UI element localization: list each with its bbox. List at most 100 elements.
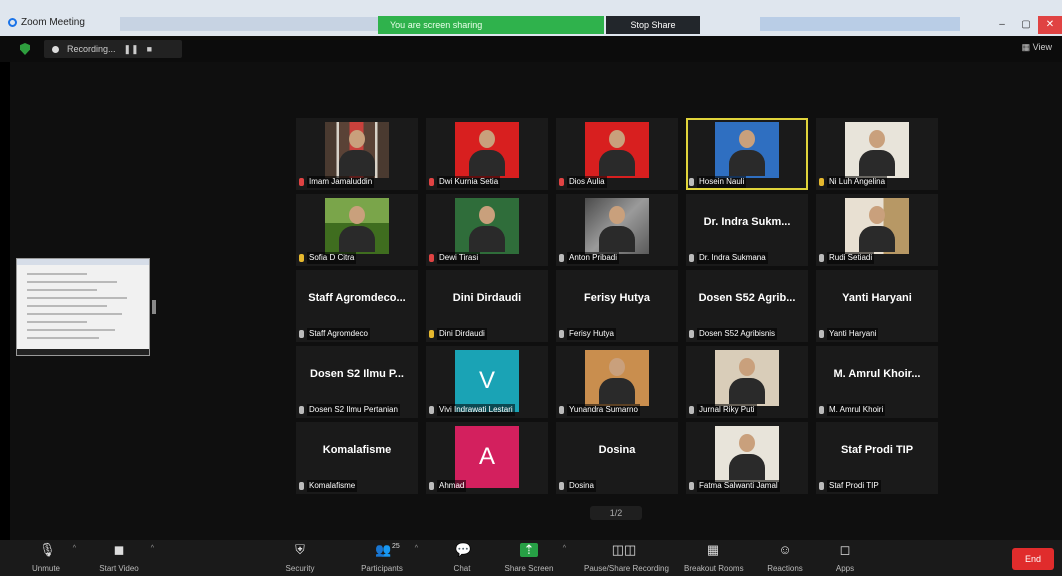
participant-name: Ni Luh Angelina xyxy=(827,176,888,188)
participant-tile[interactable]: Jurnal Riky Puti xyxy=(686,346,808,418)
chevron-up-icon[interactable]: ^ xyxy=(563,545,566,552)
participant-tile[interactable]: Dini Dirdaudi Dini Dirdaudi xyxy=(426,270,548,342)
participant-tile[interactable]: Dosina Dosina xyxy=(556,422,678,494)
participant-tile[interactable]: Yunandra Sumarno xyxy=(556,346,678,418)
stop-icon[interactable]: ■ xyxy=(147,44,152,54)
person-head xyxy=(479,206,495,224)
chat-button[interactable]: 💬 Chat xyxy=(446,543,478,575)
participants-count: 25 xyxy=(392,543,400,550)
view-button[interactable]: ▦ View xyxy=(1022,42,1052,53)
breakout-rooms-button[interactable]: ▦ Breakout Rooms xyxy=(684,542,744,575)
pause-share-button[interactable]: ◫◫ Pause/Share Recording xyxy=(584,542,669,575)
participant-video xyxy=(455,198,519,254)
participant-tile[interactable]: Komalafisme Komalafisme xyxy=(296,422,418,494)
participant-display-name: Ferisy Hutya xyxy=(583,292,651,304)
participants-icon: 👥 xyxy=(375,542,392,557)
participants-button[interactable]: 👥 Participants 25 ^ xyxy=(354,542,418,575)
mic-icon xyxy=(819,254,824,262)
participant-name-label: Ahmad xyxy=(429,480,545,492)
participant-name: Dwi Kurnia Setia xyxy=(437,176,501,188)
unmute-button[interactable]: 🎙 Unmute ^ xyxy=(24,543,76,575)
participant-tile[interactable]: Sofia D Citra xyxy=(296,194,418,266)
thumbnail-line xyxy=(27,329,115,331)
person-head xyxy=(739,130,755,148)
mic-muted-icon xyxy=(429,254,434,262)
close-icon[interactable]: ✕ xyxy=(1038,16,1062,34)
participant-tile[interactable]: Staff Agromdeco... Staff Agromdeco xyxy=(296,270,418,342)
participant-tile[interactable]: Rudi Setiadi xyxy=(816,194,938,266)
participant-name: Dosina xyxy=(567,480,596,492)
participant-tile[interactable]: Dr. Indra Sukm... Dr. Indra Sukmana xyxy=(686,194,808,266)
apps-button[interactable]: ◻ Apps xyxy=(830,543,860,575)
participant-video xyxy=(585,350,649,406)
participant-name-label: Dewi Tirasi xyxy=(429,252,545,264)
breakout-rooms-icon: ▦ xyxy=(706,542,720,557)
participant-name-label: Yanti Haryani xyxy=(819,328,935,340)
mic-icon xyxy=(689,330,694,338)
person-body xyxy=(729,378,765,404)
minimize-icon[interactable]: – xyxy=(990,16,1014,34)
person-head xyxy=(609,206,625,224)
end-meeting-button[interactable]: End xyxy=(1012,548,1054,570)
participant-name: Imam Jamaluddin xyxy=(307,176,375,188)
recording-indicator[interactable]: Recording... ❚❚ ■ xyxy=(44,40,182,58)
participant-tile[interactable]: A Ahmad xyxy=(426,422,548,494)
participant-tile[interactable]: Anton Pribadi xyxy=(556,194,678,266)
participant-name-label: M. Amrul Khoiri xyxy=(819,404,935,416)
participant-name: Dr. Indra Sukmana xyxy=(697,252,768,264)
mic-icon xyxy=(559,330,564,338)
chevron-up-icon[interactable]: ^ xyxy=(73,545,76,552)
stop-share-button[interactable]: Stop Share xyxy=(606,16,700,34)
thumbnail-resize-handle[interactable] xyxy=(152,300,156,314)
mic-icon xyxy=(299,406,304,414)
participant-tile[interactable]: Staf Prodi TIP Staf Prodi TIP xyxy=(816,422,938,494)
pause-icon[interactable]: ❚❚ xyxy=(124,44,139,55)
share-screen-button[interactable]: ⇡ Share Screen ^ xyxy=(500,543,566,575)
participant-name: Sofia D Citra xyxy=(307,252,357,264)
mic-muted-icon xyxy=(429,178,434,186)
participant-tile[interactable]: Dosen S2 Ilmu P... Dosen S2 Ilmu Pertania… xyxy=(296,346,418,418)
page-indicator[interactable]: 1/2 xyxy=(590,506,642,520)
shared-screen-thumbnail[interactable] xyxy=(16,258,150,356)
maximize-icon[interactable]: ▢ xyxy=(1014,16,1038,34)
shield-icon[interactable] xyxy=(20,43,30,55)
thumbnail-line xyxy=(27,337,99,339)
chevron-up-icon[interactable]: ^ xyxy=(415,545,418,552)
window-title-bar: Zoom Meeting You are screen sharing Stop… xyxy=(0,0,1062,36)
participant-tile[interactable]: Ferisy Hutya Ferisy Hutya xyxy=(556,270,678,342)
participant-name-label: Dini Dirdaudi xyxy=(429,328,545,340)
participant-tile[interactable]: Dwi Kurnia Setia xyxy=(426,118,548,190)
mic-icon xyxy=(559,482,564,490)
participant-tile[interactable]: V Vivi Indrawati Lestari xyxy=(426,346,548,418)
participant-name: Dini Dirdaudi xyxy=(437,328,487,340)
breakout-rooms-label: Breakout Rooms xyxy=(684,564,744,573)
participant-tile[interactable]: Ni Luh Angelina xyxy=(816,118,938,190)
participant-tile[interactable]: Yanti Haryani Yanti Haryani xyxy=(816,270,938,342)
participant-video xyxy=(845,198,909,254)
participant-tile[interactable]: M. Amrul Khoir... M. Amrul Khoiri xyxy=(816,346,938,418)
security-button[interactable]: ⛨ Security xyxy=(280,543,320,575)
app-title: Zoom Meeting xyxy=(8,17,85,28)
participant-display-name: Staff Agromdeco... xyxy=(308,292,406,304)
reactions-button[interactable]: ☺ Reactions xyxy=(762,543,808,575)
participant-tile[interactable]: Dewi Tirasi xyxy=(426,194,548,266)
mic-icon xyxy=(819,482,824,490)
thumbnail-line xyxy=(27,321,87,323)
chevron-up-icon[interactable]: ^ xyxy=(151,545,154,552)
participant-display-name: Yanti Haryani xyxy=(842,292,912,304)
participant-name-label: Ferisy Hutya xyxy=(559,328,675,340)
participant-name-label: Staff Agromdeco xyxy=(299,328,415,340)
participant-name: Ferisy Hutya xyxy=(567,328,616,340)
start-video-button[interactable]: ◼ Start Video ^ xyxy=(92,543,154,575)
participant-tile[interactable]: Fatma Salwanti Jamal xyxy=(686,422,808,494)
participant-tile[interactable]: Hosein Nauli xyxy=(686,118,808,190)
participant-tile[interactable]: Imam Jamaluddin xyxy=(296,118,418,190)
pause-record-icon: ◫◫ xyxy=(611,542,637,557)
thumbnail-line xyxy=(27,313,122,315)
person-head xyxy=(739,434,755,452)
participant-name-label: Dios Aulia xyxy=(559,176,675,188)
share-screen-label: Share Screen xyxy=(504,564,554,573)
participant-tile[interactable]: Dios Aulia xyxy=(556,118,678,190)
participant-tile[interactable]: Dosen S52 Agrib... Dosen S52 Agribisnis xyxy=(686,270,808,342)
shield-icon: ⛨ xyxy=(295,542,305,557)
